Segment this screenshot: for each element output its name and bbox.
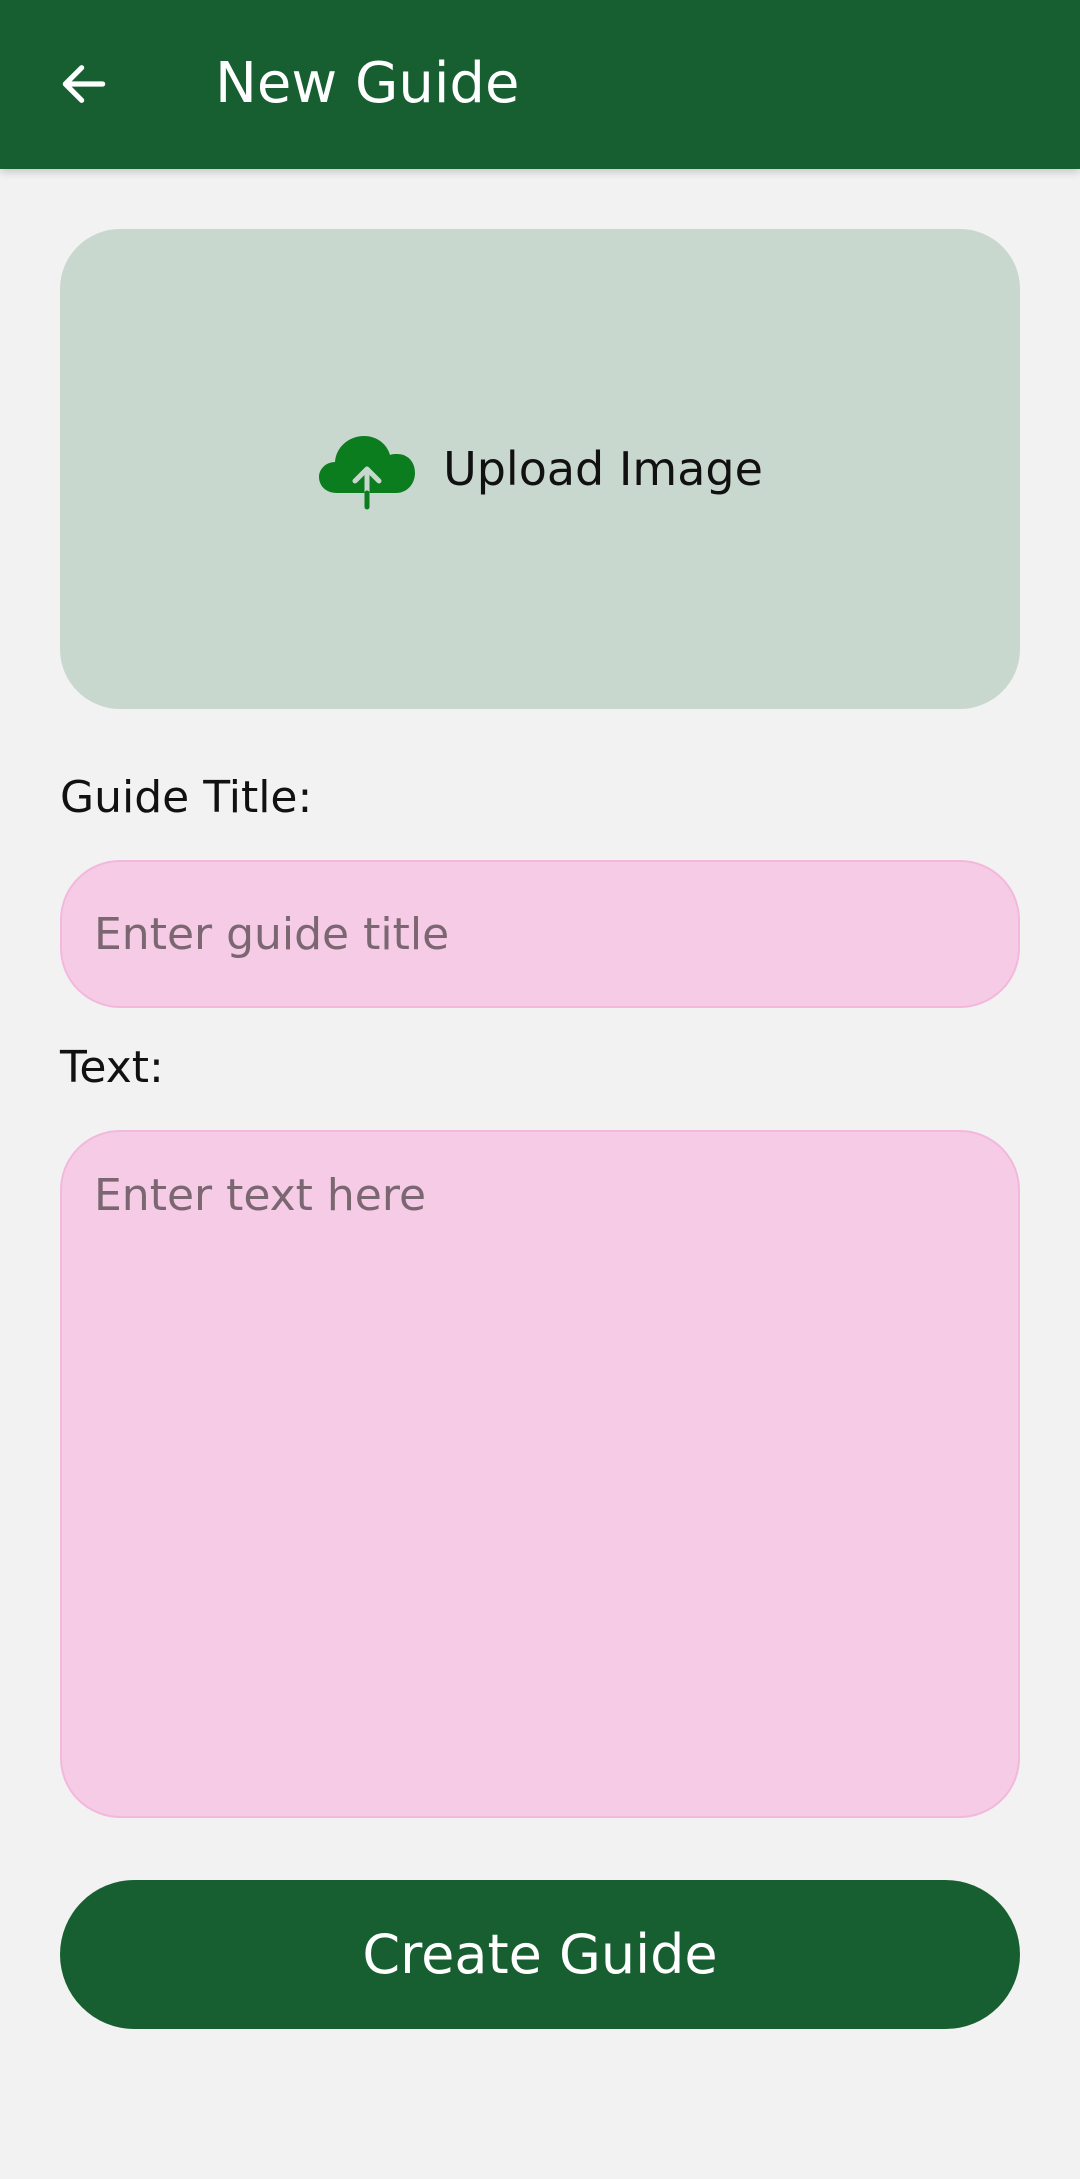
page-title: New Guide xyxy=(215,51,520,116)
guide-text-input[interactable] xyxy=(60,1130,1020,1818)
text-label: Text: xyxy=(60,1042,164,1093)
upload-image-label: Upload Image xyxy=(443,442,763,496)
arrow-left-icon xyxy=(62,65,106,103)
upload-image-button[interactable]: Upload Image xyxy=(60,229,1020,709)
cloud-upload-icon xyxy=(319,436,416,510)
back-button[interactable] xyxy=(40,40,128,128)
guide-title-label: Guide Title: xyxy=(60,772,313,823)
app-bar: New Guide xyxy=(0,0,1080,169)
create-guide-button[interactable]: Create Guide xyxy=(60,1880,1020,2029)
guide-title-input[interactable] xyxy=(60,860,1020,1008)
